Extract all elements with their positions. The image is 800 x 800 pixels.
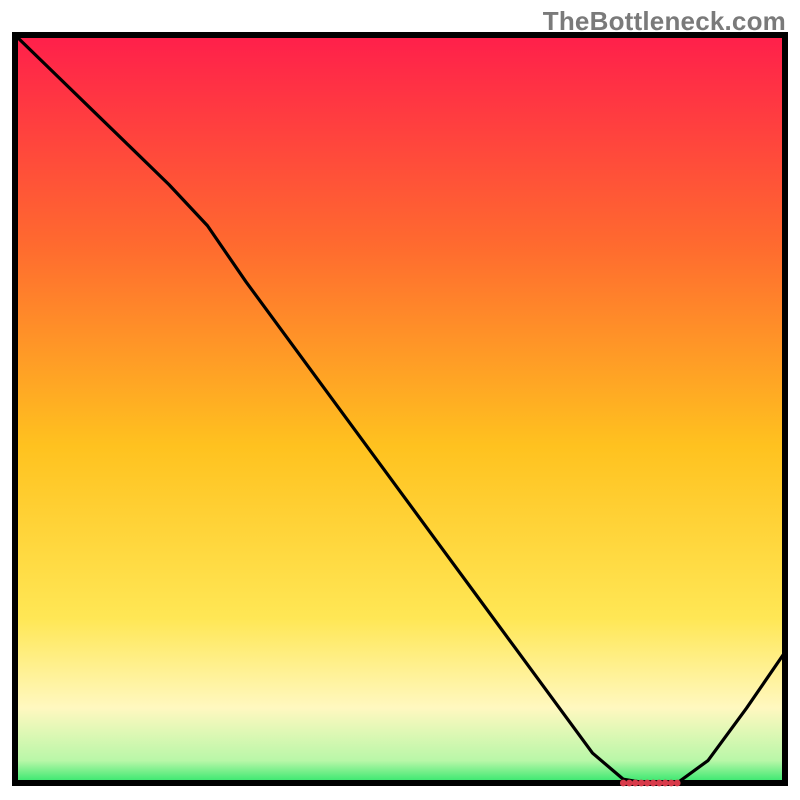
chart-stage: TheBottleneck.com xyxy=(0,0,800,800)
optimal-dot xyxy=(668,780,675,787)
optimal-dot xyxy=(626,780,633,787)
optimal-dot xyxy=(644,780,651,787)
optimal-dot xyxy=(662,780,669,787)
watermark-text: TheBottleneck.com xyxy=(543,6,786,37)
optimal-dot xyxy=(632,780,639,787)
optimal-dot xyxy=(638,780,645,787)
optimal-dot xyxy=(650,780,657,787)
bottleneck-chart xyxy=(0,0,800,800)
optimal-dot xyxy=(656,780,663,787)
optimal-dot xyxy=(620,780,627,787)
optimal-dot xyxy=(674,780,681,787)
